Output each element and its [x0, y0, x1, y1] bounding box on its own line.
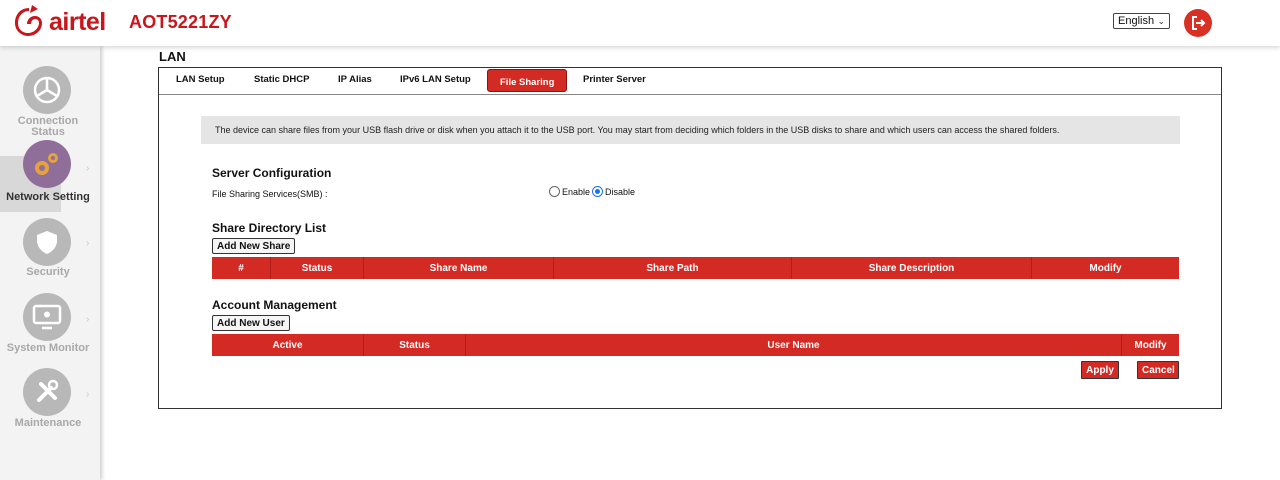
column-header: Active	[212, 334, 364, 356]
column-header: Modify	[1089, 262, 1122, 274]
device-name: AOT5221ZY	[129, 12, 232, 32]
pie-chart-icon	[23, 66, 71, 114]
lan-panel: LAN Setup Static DHCP IP Alias IPv6 LAN …	[158, 67, 1222, 409]
chevron-right-icon: ›	[86, 163, 90, 174]
shield-icon	[23, 218, 71, 266]
column-header: Share Name	[364, 257, 554, 279]
sidebar-item-label: Security	[26, 266, 70, 278]
column-header: Share Description	[792, 257, 1032, 279]
add-new-share-button[interactable]: Add New Share	[212, 238, 296, 254]
column-header: Status	[271, 257, 364, 279]
tab-lan-setup[interactable]: LAN Setup	[176, 74, 225, 85]
monitor-icon	[23, 293, 71, 341]
logout-button[interactable]	[1184, 9, 1212, 37]
disable-label: Disable	[605, 186, 636, 197]
gears-icon	[23, 140, 71, 188]
smb-label: File Sharing Services(SMB) :	[212, 189, 328, 199]
tab-static-dhcp[interactable]: Static DHCP	[254, 74, 309, 85]
chevron-right-icon: ›	[86, 389, 90, 400]
chevron-right-icon: ›	[86, 314, 90, 325]
tab-ip-alias[interactable]: IP Alias	[338, 74, 372, 85]
logout-icon	[1192, 16, 1206, 30]
sidebar-item-label: Network Setting	[6, 191, 90, 203]
account-table-header: Active Status User Name Modify	[212, 334, 1179, 356]
tab-printer-server[interactable]: Printer Server	[583, 74, 646, 85]
account-management-title: Account Management	[212, 298, 337, 312]
language-value: English	[1118, 15, 1155, 27]
column-header: Modify	[1134, 339, 1167, 351]
disable-radio[interactable]	[592, 186, 604, 197]
brand-name: airtel	[49, 7, 106, 36]
page-title: LAN	[159, 49, 186, 64]
column-header: User Name	[466, 334, 1122, 356]
smb-radio-group: Enable Disable	[549, 186, 637, 197]
chevron-down-icon: ⌄	[1157, 15, 1165, 26]
sidebar-item-label: System Monitor	[6, 342, 90, 354]
top-header: airtel AOT5221ZY English ⌄	[0, 0, 1280, 46]
share-table-header: # Status Share Name Share Path Share Des…	[212, 257, 1179, 279]
share-directory-list-title: Share Directory List	[212, 221, 327, 235]
cancel-button[interactable]: Cancel	[1137, 361, 1179, 379]
column-header: Share Path	[554, 257, 792, 279]
info-description: The device can share files from your USB…	[201, 116, 1180, 144]
sidebar: Connection Status Network Setting › Secu…	[0, 46, 100, 480]
add-new-user-button[interactable]: Add New User	[212, 315, 290, 331]
wrench-icon	[23, 368, 71, 416]
enable-label: Enable	[562, 186, 591, 197]
apply-button[interactable]: Apply	[1081, 361, 1119, 379]
column-header: #	[212, 257, 271, 279]
airtel-logo: airtel	[12, 5, 106, 39]
tab-file-sharing[interactable]: File Sharing	[487, 69, 568, 92]
tab-ipv6-lan-setup[interactable]: IPv6 LAN Setup	[400, 74, 471, 85]
sidebar-item-label: Connection Status	[17, 115, 79, 138]
chevron-right-icon: ›	[86, 238, 90, 249]
sidebar-item-label: Maintenance	[14, 417, 82, 429]
column-header: Status	[364, 334, 466, 356]
server-configuration-title: Server Configuration	[212, 166, 332, 180]
tab-bar: LAN Setup Static DHCP IP Alias IPv6 LAN …	[159, 68, 1221, 95]
airtel-logo-icon	[15, 5, 42, 36]
language-select[interactable]: English ⌄	[1113, 13, 1170, 29]
enable-radio[interactable]	[549, 186, 560, 197]
